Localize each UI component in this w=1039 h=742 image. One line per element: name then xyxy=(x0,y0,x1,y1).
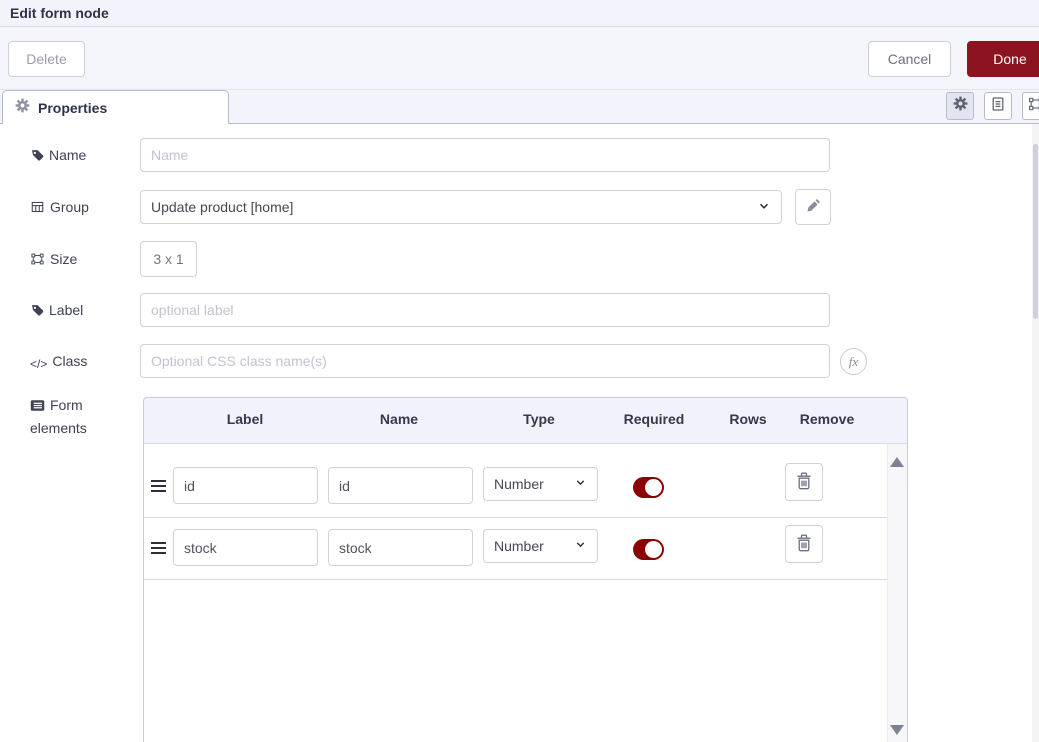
required-toggle[interactable] xyxy=(633,539,664,560)
group-select[interactable]: Update product [home] xyxy=(140,190,782,224)
chevron-down-icon xyxy=(757,199,771,216)
properties-tab-button[interactable] xyxy=(946,92,974,120)
table-icon xyxy=(30,199,45,220)
element-type-value: Number xyxy=(494,538,544,554)
scroll-down-icon[interactable] xyxy=(890,725,904,735)
required-toggle[interactable] xyxy=(633,477,664,498)
element-name-input[interactable] xyxy=(328,467,473,504)
class-field-label: </>Class xyxy=(30,351,122,375)
drag-handle-icon[interactable] xyxy=(151,542,166,557)
appearance-icon xyxy=(1028,96,1039,117)
delete-button[interactable]: Delete xyxy=(8,41,85,77)
code-icon: </> xyxy=(30,354,47,375)
trash-icon xyxy=(796,472,812,493)
list-icon xyxy=(30,397,45,418)
element-label-input[interactable] xyxy=(173,529,318,566)
object-group-icon xyxy=(30,251,45,272)
scroll-up-icon[interactable] xyxy=(890,457,904,467)
element-type-select[interactable]: Number xyxy=(483,467,598,501)
col-header-name: Name xyxy=(380,411,418,427)
element-type-value: Number xyxy=(494,476,544,492)
remove-row-button[interactable] xyxy=(785,463,823,501)
form-elements-rows: Number xyxy=(144,444,887,742)
label-field-label: Label xyxy=(30,300,122,323)
tab-properties-label: Properties xyxy=(38,100,107,116)
size-button[interactable]: 3 x 1 xyxy=(140,241,197,277)
label-input[interactable] xyxy=(140,293,830,327)
dialog-toolbar: Delete Cancel Done xyxy=(0,27,1039,90)
class-input[interactable] xyxy=(140,344,830,378)
element-label-input[interactable] xyxy=(173,467,318,504)
name-input[interactable] xyxy=(140,138,830,172)
drag-handle-icon[interactable] xyxy=(151,480,166,495)
tag-icon xyxy=(30,147,44,168)
table-row: Number xyxy=(144,518,887,580)
col-header-label: Label xyxy=(227,411,264,427)
col-header-remove: Remove xyxy=(800,411,854,427)
description-icon xyxy=(990,96,1006,117)
trash-icon xyxy=(796,534,812,555)
cancel-button[interactable]: Cancel xyxy=(868,41,951,77)
chevron-down-icon xyxy=(574,476,587,492)
group-field-label: Group xyxy=(30,197,122,220)
dialog-header: Edit form node xyxy=(0,0,1039,27)
size-field-label: Size xyxy=(30,249,122,272)
dynamic-class-fx-button[interactable]: fx xyxy=(840,348,867,375)
element-name-input[interactable] xyxy=(328,529,473,566)
dialog-title: Edit form node xyxy=(10,5,109,21)
gear-icon xyxy=(15,98,30,118)
remove-row-button[interactable] xyxy=(785,525,823,563)
table-row: Number xyxy=(144,456,887,518)
name-field-label: Name xyxy=(30,145,122,168)
chevron-down-icon xyxy=(574,538,587,554)
gear-icon xyxy=(953,96,968,116)
done-button[interactable]: Done xyxy=(967,41,1039,77)
edit-group-button[interactable] xyxy=(795,189,831,225)
form-elements-table: Label Name Type Required Rows Remove Num… xyxy=(143,397,908,742)
edit-form-node-dialog: Edit form node Delete Cancel Done xyxy=(0,0,1039,742)
col-header-required: Required xyxy=(624,411,685,427)
form-elements-table-header: Label Name Type Required Rows Remove xyxy=(144,398,907,444)
col-header-type: Type xyxy=(523,411,555,427)
panel-scrollbar[interactable] xyxy=(1032,124,1039,742)
group-select-value: Update product [home] xyxy=(151,199,293,215)
col-header-rows: Rows xyxy=(729,411,766,427)
tag-icon xyxy=(30,302,44,323)
pencil-icon xyxy=(806,199,820,216)
editor-tab-bar: Properties xyxy=(0,90,1039,124)
appearance-tab-button[interactable] xyxy=(1022,92,1039,120)
table-scrollbar[interactable] xyxy=(887,444,907,742)
description-tab-button[interactable] xyxy=(984,92,1012,120)
tab-properties[interactable]: Properties xyxy=(2,90,229,124)
properties-panel: Name Group Update product [home] xyxy=(0,124,1039,742)
form-elements-label: Form elements xyxy=(30,395,118,439)
scrollbar-thumb[interactable] xyxy=(1033,144,1038,319)
element-type-select[interactable]: Number xyxy=(483,529,598,563)
